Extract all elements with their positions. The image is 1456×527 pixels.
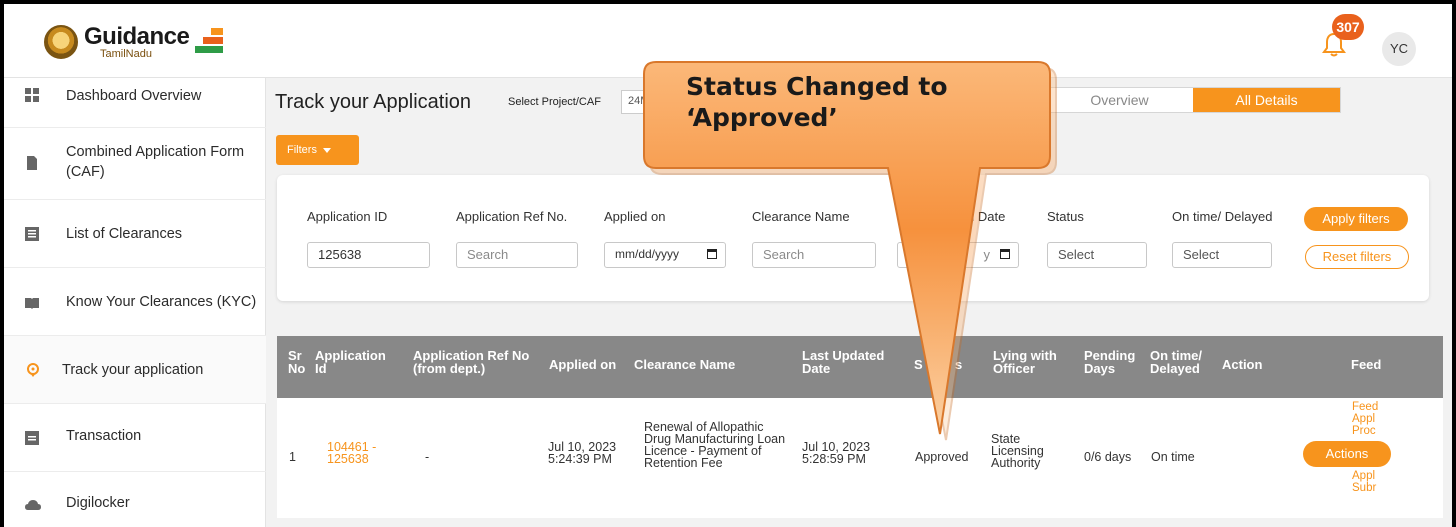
cell-app-id-link[interactable]: 104461 - 125638 [327, 441, 397, 466]
feedback-process-link[interactable]: Feed Appl Proc [1352, 401, 1382, 437]
status-select[interactable]: Select [1047, 242, 1147, 268]
sidebar-item-label: Combined Application Form (CAF) [66, 144, 245, 180]
sidebar-item-digilocker[interactable]: Digilocker [4, 472, 266, 527]
guidance-logo[interactable]: Guidance TamilNadu [44, 22, 224, 60]
brand-sub: TamilNadu [100, 47, 152, 60]
brand-name: Guidance [84, 22, 190, 50]
th-app-id: Application Id [315, 348, 386, 376]
reset-filters-button[interactable]: Reset filters [1305, 245, 1409, 269]
th-feedback: Feed [1351, 357, 1382, 372]
filter-label-ontime: On time/ Delayed [1172, 209, 1273, 224]
sidebar-item-transaction[interactable]: Transaction [4, 404, 266, 472]
sidebar-item-track[interactable]: Track your application [4, 336, 266, 404]
th-action: Action [1222, 357, 1263, 372]
ref-no-input[interactable]: Search [456, 242, 578, 268]
book-icon [25, 298, 39, 309]
sidebar-item-caf[interactable]: Combined Application Form (CAF) [4, 128, 266, 200]
cell-ontime: On time [1151, 450, 1195, 464]
th-ontime: On time/ Delayed [1150, 348, 1203, 376]
callout-text: Status Changed to ‘Approved’ [686, 72, 948, 132]
sidebar-item-kyc[interactable]: Know Your Clearances (KYC) [4, 268, 266, 336]
tn-emblem-icon [44, 25, 78, 59]
notification-badge: 307 [1332, 14, 1364, 40]
page-title: Track your Application [275, 91, 472, 113]
caret-down-icon [322, 147, 331, 153]
project-select-label: Select Project/CAF [508, 96, 601, 108]
location-pin-icon [27, 363, 39, 377]
sidebar: Dashboard Overview Combined Application … [4, 78, 266, 527]
ontime-select[interactable]: Select [1172, 242, 1272, 268]
filter-label-ref-no: Application Ref No. [456, 209, 568, 224]
tab-overview[interactable]: Overview [1046, 88, 1193, 112]
sidebar-item-clearances[interactable]: List of Clearances [4, 200, 266, 268]
sidebar-item-label: Dashboard Overview [66, 88, 202, 104]
sidebar-item-label: Digilocker [66, 495, 130, 511]
th-ref-no: Application Ref No (from dept.) [413, 348, 530, 376]
list-icon [25, 227, 39, 241]
cell-sr-no: 1 [289, 450, 296, 464]
sidebar-item-label: Track your application [62, 362, 204, 378]
th-applied-on: Applied on [549, 357, 617, 372]
sidebar-item-label: Know Your Clearances (KYC) [66, 294, 257, 310]
app-id-input[interactable]: 125638 [307, 242, 430, 268]
cell-applied-on: Jul 10, 2023 5:24:39 PM [548, 440, 617, 466]
filters-label: Filters [287, 144, 317, 156]
cloud-icon [25, 500, 41, 510]
sidebar-item-label: Transaction [66, 428, 142, 444]
sidebar-item-dashboard[interactable]: Dashboard Overview [4, 78, 266, 128]
feedback-submission-link[interactable]: Feed Appl Subr [1352, 458, 1382, 494]
tab-all-details[interactable]: All Details [1193, 88, 1340, 112]
document-icon [27, 156, 37, 170]
th-sr-no: Sr No [288, 348, 306, 376]
view-tabs: Overview All Details [1045, 87, 1341, 113]
apply-filters-button[interactable]: Apply filters [1304, 207, 1408, 231]
card-icon [25, 431, 39, 445]
cell-pending-days: 0/6 days [1084, 450, 1132, 464]
th-pending-days: Pending Days [1084, 348, 1136, 376]
cell-ref-no: - [425, 450, 430, 464]
filters-button[interactable]: Filters [276, 135, 359, 165]
avatar[interactable]: YC [1382, 32, 1416, 66]
sidebar-item-label: List of Clearances [66, 226, 183, 242]
filter-label-app-id: Application ID [307, 209, 388, 224]
grid-icon [25, 88, 39, 102]
logo-stripes-icon [193, 28, 224, 56]
